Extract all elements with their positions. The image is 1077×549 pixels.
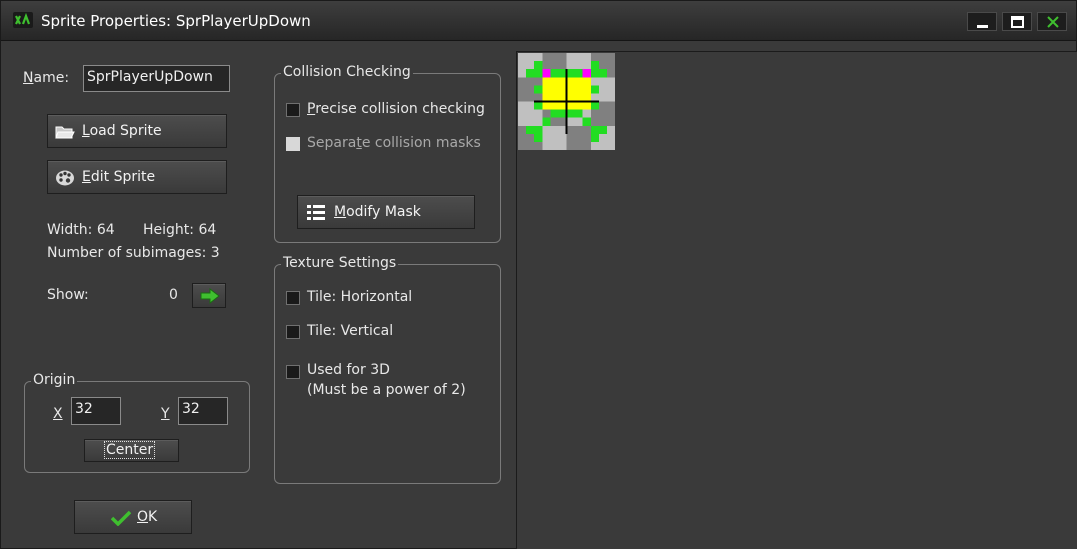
origin-x-input[interactable]: 32 — [71, 397, 121, 425]
collision-checking-title: Collision Checking — [281, 64, 413, 80]
load-sprite-button[interactable]: Load Sprite — [47, 114, 227, 148]
edit-sprite-label: Edit Sprite — [82, 169, 156, 185]
name-label: Name: — [23, 70, 69, 86]
name-input[interactable]: SprPlayerUpDown — [83, 65, 230, 92]
origin-title: Origin — [31, 372, 78, 388]
title-bar[interactable]: Sprite Properties: SprPlayerUpDown — [1, 1, 1076, 41]
load-sprite-label: Load Sprite — [82, 123, 162, 139]
sprite-preview-image — [518, 53, 615, 150]
show-label: Show: — [47, 287, 89, 303]
arrow-right-icon — [200, 287, 220, 308]
name-label-rest: ame: — [33, 70, 70, 86]
origin-y-input[interactable]: 32 — [178, 397, 228, 425]
edit-sprite-button[interactable]: Edit Sprite — [47, 160, 227, 194]
tile-vertical-label: Tile: Vertical — [307, 323, 394, 339]
minimize-button[interactable] — [967, 12, 997, 31]
tile-horizontal-label: Tile: Horizontal — [307, 289, 413, 305]
show-value: 0 — [169, 287, 178, 303]
window-title: Sprite Properties: SprPlayerUpDown — [41, 12, 311, 30]
separate-masks-checkbox[interactable] — [286, 137, 300, 151]
height-label: Height: 64 — [143, 222, 217, 238]
separate-masks-label: Separate collision masks — [307, 135, 481, 151]
precise-collision-label: Precise collision checking — [307, 101, 485, 117]
width-label: Width: 64 — [47, 222, 115, 238]
used-for-3d-note: (Must be a power of 2) — [307, 382, 466, 398]
used-for-3d-label: Used for 3D — [307, 362, 390, 378]
checkmark-icon — [110, 510, 132, 530]
game-maker-icon — [13, 12, 33, 28]
folder-icon — [55, 124, 75, 144]
minimize-icon — [977, 25, 988, 28]
modify-mask-label: Modify Mask — [334, 204, 421, 220]
subimages-label: Number of subimages: 3 — [47, 245, 220, 261]
center-button[interactable]: Center — [84, 439, 179, 462]
close-icon — [1047, 16, 1059, 28]
used-for-3d-checkbox[interactable] — [286, 365, 300, 379]
tile-horizontal-checkbox[interactable] — [286, 291, 300, 305]
name-label-mnemonic: N — [23, 70, 34, 86]
tile-vertical-checkbox[interactable] — [286, 325, 300, 339]
origin-y-label: Y — [161, 406, 170, 422]
sprite-properties-window: Sprite Properties: SprPlayerUpDown Name:… — [0, 0, 1077, 549]
sprite-preview-area[interactable] — [516, 51, 1077, 549]
palette-icon — [55, 169, 75, 191]
mask-list-icon — [306, 204, 326, 226]
ok-label: OK — [137, 509, 158, 525]
close-button[interactable] — [1037, 12, 1067, 31]
maximize-button[interactable] — [1002, 12, 1032, 31]
origin-x-label: X — [53, 406, 63, 422]
modify-mask-button[interactable]: Modify Mask — [297, 195, 475, 229]
precise-collision-checkbox[interactable] — [286, 103, 300, 117]
texture-settings-title: Texture Settings — [281, 255, 399, 271]
next-subimage-button[interactable] — [192, 283, 226, 308]
center-label: Center — [103, 441, 156, 459]
ok-button[interactable]: OK — [74, 500, 192, 534]
